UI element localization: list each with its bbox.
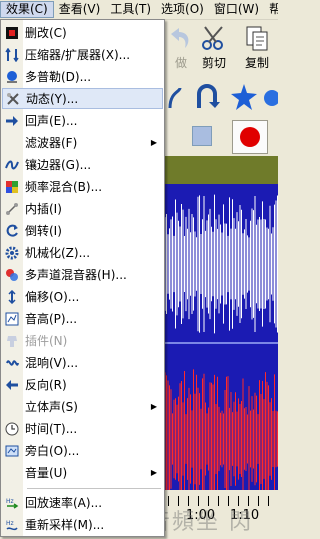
- flanger-icon: [5, 158, 19, 172]
- plugin-icon: [5, 334, 19, 348]
- menu-item-delete[interactable]: 删改(C): [2, 22, 163, 43]
- menu-item-label: 镶边器(G)...: [25, 158, 92, 172]
- narration-icon: [5, 444, 19, 458]
- channel-divider: [165, 342, 278, 344]
- menu-item-offset[interactable]: 偏移(O)...: [2, 286, 163, 307]
- star-effect-icon[interactable]: [230, 83, 258, 111]
- menu-item-label: 插件(N): [25, 334, 68, 348]
- menu-item-doppler[interactable]: 多普勒(D)...: [2, 66, 163, 87]
- invert-icon: [5, 378, 19, 392]
- menu-item-flanger[interactable]: 镶边器(G)...: [2, 154, 163, 175]
- clock-icon: [5, 422, 19, 436]
- stop-icon[interactable]: [192, 126, 212, 146]
- menu-item-label: 音高(P)...: [25, 312, 78, 326]
- menu-item-label: 回声(E)...: [25, 114, 78, 128]
- menu-view[interactable]: 查看(V): [54, 1, 106, 18]
- menu-item-label: 音量(U): [25, 466, 68, 480]
- copy-icon: [243, 24, 271, 52]
- menu-item-stereo[interactable]: 立体声(S) ▶: [2, 396, 163, 417]
- menu-window[interactable]: 窗口(W): [209, 1, 264, 18]
- menu-item-narration[interactable]: 旁白(O)...: [2, 440, 163, 461]
- menu-item-frequency-blend[interactable]: 频率混合(B)...: [2, 176, 163, 197]
- menu-item-mechanize[interactable]: 机械化(Z)...: [2, 242, 163, 263]
- menu-item-reverse[interactable]: 倒转(I): [2, 220, 163, 241]
- submenu-arrow-icon: ▶: [150, 138, 158, 147]
- doppler-icon: [5, 70, 19, 84]
- menu-item-volume[interactable]: 音量(U) ▶: [2, 462, 163, 483]
- menu-options[interactable]: 选项(O): [156, 1, 209, 18]
- menu-item-echo[interactable]: 回声(E)...: [2, 110, 163, 131]
- cut-label: 剪切: [201, 56, 226, 70]
- effect-icon-partial[interactable]: [262, 86, 278, 110]
- scissors-icon: [200, 24, 228, 52]
- playback-rate-icon: Hz: [5, 496, 19, 510]
- pitch-icon: [5, 312, 19, 326]
- menu-item-pitch[interactable]: 音高(P)...: [2, 308, 163, 329]
- menu-item-playback-rate[interactable]: Hz 回放速率(A)...: [2, 492, 163, 513]
- submenu-arrow-icon: ▶: [150, 468, 158, 477]
- menu-item-label: 多普勒(D)...: [25, 70, 92, 84]
- reverse-icon: [5, 224, 19, 238]
- submenu-arrow-icon: ▶: [150, 402, 158, 411]
- menu-item-compressor[interactable]: 压缩器/扩展器(X)...: [2, 44, 163, 65]
- menu-item-label: 内插(I): [25, 202, 62, 216]
- echo-icon: [5, 114, 19, 128]
- resample-icon: Hz: [5, 518, 19, 532]
- menu-item-time[interactable]: 时间(T)...: [2, 418, 163, 439]
- menu-item-label: 滤波器(F): [25, 136, 78, 150]
- copy-button[interactable]: 复制: [238, 22, 276, 76]
- menu-item-label: 时间(T)...: [25, 422, 78, 436]
- menu-item-label: 机械化(Z)...: [25, 246, 91, 260]
- undo-icon: [167, 24, 195, 52]
- menu-item-label: 多声道混音器(H)...: [25, 268, 127, 282]
- reverb-icon: [5, 356, 19, 370]
- menu-item-plugins[interactable]: 插件(N): [2, 330, 163, 351]
- menu-item-label: 压缩器/扩展器(X)...: [25, 48, 131, 62]
- menu-item-label: 混响(V)...: [25, 356, 79, 370]
- menu-item-label: 重新采样(M)...: [25, 518, 105, 532]
- menu-item-label: 删改(C): [25, 26, 67, 40]
- cut-button[interactable]: 剪切: [195, 22, 233, 76]
- menu-separator: [27, 488, 161, 489]
- menu-item-invert[interactable]: 反向(R): [2, 374, 163, 395]
- menu-item-label: 回放速率(A)...: [25, 496, 103, 510]
- compressor-icon: [5, 47, 19, 62]
- mechanize-icon: [5, 246, 19, 260]
- interpolate-icon: [5, 202, 19, 216]
- frequency-blend-icon: [5, 180, 19, 194]
- record-button[interactable]: [232, 120, 268, 154]
- menu-item-reverb[interactable]: 混响(V)...: [2, 352, 163, 373]
- effects-dropdown-menu: 删改(C) 压缩器/扩展器(X)... 多普勒(D)... 动态(Y)... 回…: [0, 19, 165, 537]
- offset-icon: [5, 289, 19, 304]
- menu-item-label: 动态(Y)...: [26, 92, 79, 106]
- menu-item-label: 偏移(O)...: [25, 290, 80, 304]
- waveform-channel-left: [164, 194, 278, 334]
- multichannel-mixer-icon: [5, 268, 19, 282]
- menu-item-label: 立体声(S): [25, 400, 78, 414]
- menu-item-interpolate[interactable]: 内插(I): [2, 198, 163, 219]
- menu-help[interactable]: 帮: [264, 1, 278, 18]
- menu-item-filters[interactable]: 滤波器(F) ▶: [2, 132, 163, 153]
- menu-item-label: 倒转(I): [25, 224, 62, 238]
- svg-text:Hz: Hz: [6, 498, 14, 505]
- envelope-icon[interactable]: [168, 86, 182, 110]
- copy-label: 复制: [244, 56, 269, 70]
- waveform-channel-right: [164, 369, 278, 509]
- record-icon: [240, 127, 260, 147]
- loop-icon[interactable]: [194, 84, 220, 110]
- svg-text:Hz: Hz: [6, 520, 14, 527]
- menu-bar: 效果(C) 查看(V) 工具(T) 选项(O) 窗口(W) 帮: [0, 0, 278, 20]
- menu-item-resample[interactable]: Hz 重新采样(M)...: [2, 514, 163, 535]
- menu-item-label: 旁白(O)...: [25, 444, 80, 458]
- menu-tools[interactable]: 工具(T): [105, 1, 156, 18]
- menu-effects[interactable]: 效果(C): [0, 1, 54, 18]
- menu-item-label: 频率混合(B)...: [25, 180, 103, 194]
- menu-item-multichannel-mixer[interactable]: 多声道混音器(H)...: [2, 264, 163, 285]
- dynamics-icon: [6, 92, 20, 106]
- menu-item-label: 反向(R): [25, 378, 67, 392]
- menu-item-dynamics[interactable]: 动态(Y)...: [2, 88, 163, 109]
- delete-icon: [5, 26, 19, 40]
